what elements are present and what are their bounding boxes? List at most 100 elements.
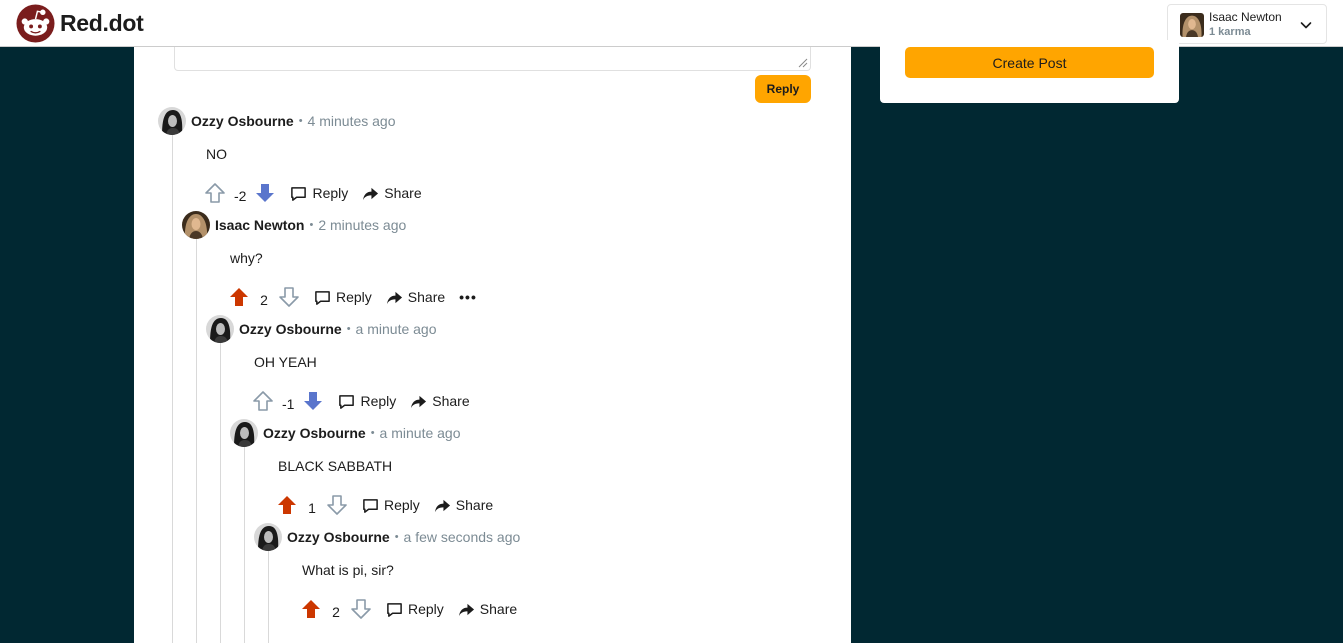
comment-timestamp: 4 minutes ago — [307, 113, 396, 129]
reply-label: Reply — [360, 393, 397, 409]
separator-dot: • — [298, 115, 303, 127]
comment-header: Ozzy Osbourne • a minute ago — [230, 419, 461, 447]
sidebar-card: Create Post — [880, 40, 1179, 103]
separator-dot: • — [346, 323, 351, 335]
upvote-icon[interactable] — [252, 390, 274, 412]
share-icon — [458, 601, 475, 618]
vote-score: -2 — [234, 188, 247, 204]
comment-icon — [386, 601, 403, 618]
share-icon — [434, 497, 451, 514]
vote-score: 2 — [332, 604, 340, 620]
create-post-button[interactable]: Create Post — [905, 47, 1154, 78]
comment-icon — [314, 289, 331, 306]
resize-grip-icon[interactable] — [796, 56, 808, 68]
comment-header: Ozzy Osbourne • a minute ago — [206, 315, 437, 343]
reply-label: Reply — [336, 289, 372, 305]
chevron-down-icon — [1300, 22, 1312, 29]
share-button[interactable]: Share — [362, 185, 422, 202]
upvote-icon[interactable] — [228, 286, 250, 308]
comment-header: Ozzy Osbourne • a few seconds ago — [254, 523, 520, 551]
comments-panel: Reply Ozzy Osbourne • 4 minutes ago NO -… — [134, 47, 851, 643]
reply-label: Reply — [312, 185, 349, 201]
comment-actions: 1 Reply Share — [276, 492, 493, 518]
avatar[interactable] — [254, 523, 282, 551]
comment-author[interactable]: Ozzy Osbourne — [287, 529, 390, 545]
upvote-icon[interactable] — [300, 598, 322, 620]
share-button[interactable]: Share — [458, 601, 517, 618]
user-avatar — [1180, 13, 1204, 37]
downvote-icon[interactable] — [254, 182, 276, 204]
submit-reply-button[interactable]: Reply — [755, 75, 811, 103]
comment-icon — [338, 393, 355, 410]
share-button[interactable]: Share — [434, 497, 493, 514]
upvote-icon[interactable] — [204, 182, 226, 204]
share-button[interactable]: Share — [410, 393, 470, 410]
comment-header: Isaac Newton • 2 minutes ago — [182, 211, 406, 239]
share-icon — [362, 185, 379, 202]
avatar[interactable] — [158, 107, 186, 135]
downvote-icon[interactable] — [350, 598, 372, 620]
reply-button[interactable]: Reply — [338, 393, 396, 410]
avatar[interactable] — [230, 419, 258, 447]
comment-author[interactable]: Isaac Newton — [215, 217, 304, 233]
share-label: Share — [384, 185, 422, 201]
avatar[interactable] — [182, 211, 210, 239]
comment-body: NO — [206, 146, 227, 162]
vote-score: -1 — [282, 396, 295, 412]
reply-label: Reply — [384, 497, 420, 513]
downvote-icon[interactable] — [326, 494, 348, 516]
comment-header: Ozzy Osbourne • 4 minutes ago — [158, 107, 396, 135]
thread-line[interactable] — [172, 135, 173, 643]
comment-timestamp: a few seconds ago — [403, 529, 521, 545]
separator-dot: • — [309, 219, 314, 231]
share-button[interactable]: Share — [386, 289, 445, 306]
comment-timestamp: a minute ago — [379, 425, 461, 441]
comment-actions: -1 Reply Share — [252, 388, 470, 414]
user-menu-karma: 1 karma — [1209, 26, 1251, 38]
reply-textarea[interactable] — [174, 47, 811, 71]
downvote-icon[interactable] — [302, 390, 324, 412]
vote-score: 1 — [308, 500, 316, 516]
reply-button[interactable]: Reply — [314, 289, 372, 306]
separator-dot: • — [370, 427, 375, 439]
user-menu-name: Isaac Newton — [1209, 10, 1282, 24]
share-label: Share — [432, 393, 470, 409]
reply-button[interactable]: Reply — [362, 497, 420, 514]
brand-name: Red.dot — [60, 10, 144, 36]
comment-author[interactable]: Ozzy Osbourne — [191, 113, 294, 129]
share-icon — [410, 393, 427, 410]
thread-line[interactable] — [244, 447, 245, 643]
comment-timestamp: 2 minutes ago — [318, 217, 407, 233]
share-label: Share — [407, 289, 446, 305]
comment-author[interactable]: Ozzy Osbourne — [263, 425, 366, 441]
vote-score: 2 — [260, 292, 268, 308]
comment-icon — [290, 185, 307, 202]
thread-line[interactable] — [196, 239, 197, 643]
upvote-icon[interactable] — [276, 494, 298, 516]
brand-logo[interactable]: Red.dot — [16, 4, 144, 43]
separator-dot: • — [394, 531, 399, 543]
share-label: Share — [455, 497, 494, 513]
comment-actions: 2 Reply Share ••• — [228, 284, 477, 310]
comment-actions: -2 Reply Share — [204, 180, 422, 206]
share-label: Share — [479, 601, 518, 617]
comment-body: BLACK SABBATH — [278, 458, 393, 474]
user-menu-dropdown[interactable]: Isaac Newton 1 karma — [1167, 4, 1327, 44]
reply-label: Reply — [408, 601, 444, 617]
downvote-icon[interactable] — [278, 286, 300, 308]
comment-author[interactable]: Ozzy Osbourne — [239, 321, 342, 337]
reply-button[interactable]: Reply — [386, 601, 444, 618]
share-icon — [386, 289, 403, 306]
avatar[interactable] — [206, 315, 234, 343]
comment-body: why? — [230, 250, 263, 266]
more-options-icon[interactable]: ••• — [459, 289, 477, 305]
thread-line[interactable] — [220, 343, 221, 643]
comment-icon — [362, 497, 379, 514]
comment-body: What is pi, sir? — [302, 562, 394, 578]
thread-line[interactable] — [268, 551, 269, 643]
reply-button[interactable]: Reply — [290, 185, 348, 202]
reddot-logo-icon — [16, 4, 55, 43]
comment-timestamp: a minute ago — [355, 321, 437, 337]
comment-body: OH YEAH — [254, 354, 317, 370]
comment-actions: 2 Reply Share — [300, 596, 517, 622]
